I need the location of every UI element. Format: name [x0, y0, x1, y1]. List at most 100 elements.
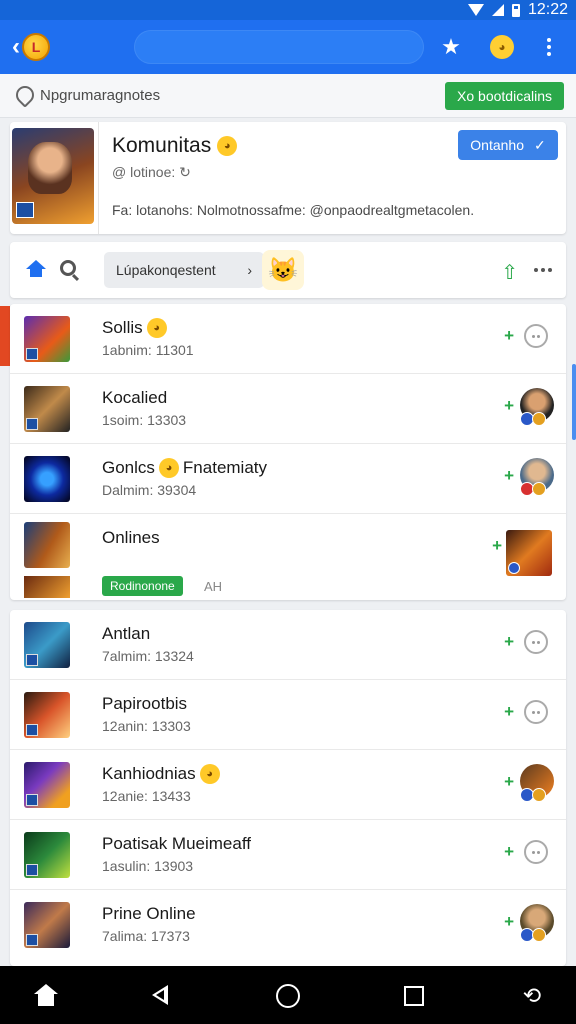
item-name: Onlines: [102, 528, 160, 547]
status-bar: 12:22: [0, 0, 576, 20]
item-thumbnail: [24, 762, 70, 808]
friend-avatar[interactable]: [520, 388, 554, 426]
tag-icon: [12, 82, 38, 108]
plus-icon[interactable]: +: [504, 702, 514, 722]
list-item[interactable]: Prine Online 7alima: 17373 +: [10, 890, 566, 960]
emoji-button[interactable]: ◕: [488, 33, 516, 61]
more-vertical-icon[interactable]: [535, 33, 563, 61]
list-item[interactable]: Papirootbis 12anin: 13303 +: [10, 680, 566, 750]
contact-list-secondary: Antlan 7almim: 13324 + Papirootbis 12ani…: [10, 610, 566, 966]
item-name-suffix: Fnatemiaty: [182, 458, 268, 477]
plus-icon[interactable]: +: [504, 842, 514, 862]
item-subtitle: 1abnim: 11301: [102, 342, 194, 358]
scrollbar[interactable]: [572, 364, 576, 440]
item-name: Poatisak Mueimeaff: [102, 834, 251, 853]
back-icon[interactable]: [148, 982, 176, 1010]
list-item[interactable]: Kanhiodnias ◕ 12anie: 13433 +: [10, 750, 566, 820]
item-subtitle: 1asulin: 13903: [102, 858, 194, 874]
smiley-icon: ◕: [158, 458, 179, 478]
plus-icon[interactable]: +: [504, 466, 514, 486]
list-item[interactable]: Poatisak Mueimeaff 1asulin: 13903 +: [10, 820, 566, 890]
item-thumbnail: [24, 622, 70, 668]
active-indicator: [0, 306, 10, 366]
chevron-right-icon: ›: [247, 262, 252, 278]
profile-card: Komunitas ◕ @ lotinoe: ↻ Fa: lotanohs: N…: [10, 122, 566, 234]
sub-header: Npgrumaragnotes Xo bootdicalins: [0, 74, 576, 118]
profile-name: Komunitas: [112, 134, 212, 157]
list-item[interactable]: Onlines Rodinonone AH +: [10, 514, 566, 600]
smiley-icon: ◕: [217, 136, 238, 156]
item-name: Kocalied: [102, 388, 168, 407]
plus-icon[interactable]: +: [504, 772, 514, 792]
status-badge: Rodinonone: [102, 576, 183, 596]
recents-icon[interactable]: [404, 986, 424, 1006]
profile-name-row: Komunitas ◕: [112, 134, 238, 158]
plus-icon[interactable]: +: [492, 536, 502, 556]
nav-bar: Lúpakonqestent › 😺 ⇧: [10, 242, 566, 298]
plus-icon[interactable]: +: [504, 326, 514, 346]
friend-avatar[interactable]: [520, 764, 554, 802]
status-button-label: Ontanho: [470, 137, 524, 153]
item-thumbnail: [24, 692, 70, 738]
star-icon[interactable]: ★: [437, 33, 465, 61]
signal-icon: [491, 4, 504, 16]
item-thumbnail-secondary: [24, 576, 70, 598]
sub-header-text: Npgrumaragnotes: [40, 87, 161, 104]
list-item[interactable]: Sollis ◕ 1abnim: 11301 +: [10, 304, 566, 374]
chevron-left-icon: ‹: [12, 33, 20, 60]
friend-avatar[interactable]: [520, 458, 554, 496]
smiley-icon: ◕: [146, 318, 167, 338]
plus-icon[interactable]: +: [504, 632, 514, 652]
plus-icon[interactable]: +: [504, 396, 514, 416]
friend-avatar[interactable]: [506, 530, 552, 576]
status-button[interactable]: Ontanho ✓: [458, 130, 558, 160]
item-thumbnail: [24, 386, 70, 432]
breadcrumb-label: Lúpakonqestent: [116, 262, 216, 278]
item-subtitle: 1soim: 13303: [102, 412, 187, 428]
search-icon[interactable]: [60, 260, 76, 276]
contact-list-primary: Sollis ◕ 1abnim: 11301 + Kocalied 1soim: …: [10, 304, 566, 600]
rotate-icon[interactable]: ⟲: [518, 982, 546, 1010]
cat-icon[interactable]: 😺: [262, 250, 304, 290]
check-icon: ✓: [533, 136, 546, 153]
home-icon[interactable]: [26, 260, 46, 278]
status-note: AH: [204, 579, 223, 594]
item-name: Sollis: [102, 318, 143, 337]
chat-bubble-icon[interactable]: [524, 324, 548, 348]
profile-bio: Fa: lotanohs: Nolmotnossafme: @onpaodrea…: [112, 202, 475, 218]
chat-bubble-icon[interactable]: [524, 840, 548, 864]
item-name: Papirootbis: [102, 694, 188, 713]
smiley-icon: ◕: [490, 35, 514, 59]
profile-avatar[interactable]: [12, 128, 94, 224]
item-subtitle: 7almim: 13324: [102, 648, 194, 664]
list-item[interactable]: Kocalied 1soim: 13303 +: [10, 374, 566, 444]
item-thumbnail: [24, 902, 70, 948]
home-circle-icon[interactable]: [276, 984, 300, 1008]
list-item[interactable]: Gonlcs ◕ Fnatemiaty Dalmim: 39304 +: [10, 444, 566, 514]
profile-handle: @ lotinoe: ↻: [112, 164, 191, 180]
chat-bubble-icon[interactable]: [524, 630, 548, 654]
refresh-icon: ↻: [179, 164, 191, 180]
wifi-icon: [467, 4, 484, 16]
home-icon[interactable]: [32, 982, 60, 1010]
system-nav-bar: ⟲: [0, 966, 576, 1024]
more-horizontal-icon[interactable]: [534, 268, 552, 272]
search-bar[interactable]: [134, 30, 424, 64]
item-name: Antlan: [102, 624, 151, 643]
item-subtitle: 12anie: 13433: [102, 788, 191, 804]
item-name: Kanhiodnias: [102, 764, 196, 783]
smiley-icon: ◕: [199, 764, 220, 784]
breadcrumb[interactable]: Lúpakonqestent ›: [104, 252, 264, 288]
sub-header-button[interactable]: Xo bootdicalins: [445, 82, 564, 110]
plus-icon[interactable]: +: [504, 912, 514, 932]
status-time: 12:22: [527, 1, 568, 18]
item-name: Prine Online: [102, 904, 196, 923]
item-subtitle: Dalmim: 39304: [102, 482, 197, 498]
friend-avatar[interactable]: [520, 904, 554, 942]
chat-bubble-icon[interactable]: [524, 700, 548, 724]
upload-icon[interactable]: ⇧: [501, 260, 518, 285]
item-name: Gonlcs: [102, 458, 155, 477]
item-thumbnail: [24, 316, 70, 362]
list-item[interactable]: Antlan 7almim: 13324 +: [10, 610, 566, 680]
back-button[interactable]: ‹ L: [12, 32, 64, 62]
